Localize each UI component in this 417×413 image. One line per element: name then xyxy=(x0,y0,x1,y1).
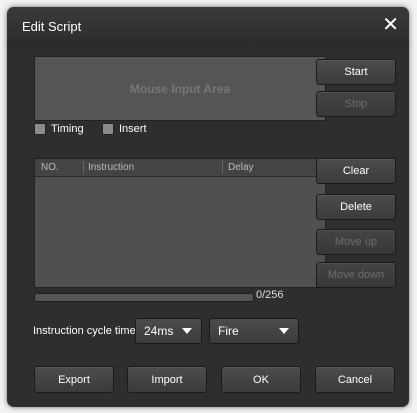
column-separator xyxy=(83,161,84,174)
cycle-time-label: Instruction cycle time xyxy=(33,325,136,337)
list-header: NO. Instruction Delay xyxy=(35,159,325,177)
chevron-down-icon xyxy=(279,328,289,334)
stop-button[interactable]: Stop xyxy=(316,91,396,117)
timing-checkbox[interactable]: Timing xyxy=(34,123,84,135)
move-down-button[interactable]: Move down xyxy=(316,262,396,288)
timing-label: Timing xyxy=(51,123,84,135)
title-bar: Edit Script ✕ xyxy=(7,7,409,47)
export-button[interactable]: Export xyxy=(34,366,114,393)
delete-button[interactable]: Delete xyxy=(316,194,396,220)
start-button[interactable]: Start xyxy=(316,59,396,85)
column-header-instruction: Instruction xyxy=(88,162,135,173)
mouse-input-area[interactable]: Mouse Input Area xyxy=(34,56,326,121)
instruction-count: 0/256 xyxy=(256,289,284,301)
insert-checkbox[interactable]: Insert xyxy=(102,123,147,135)
cycle-time-value: 24ms xyxy=(144,324,174,338)
clear-button[interactable]: Clear xyxy=(316,158,396,184)
dialog-title: Edit Script xyxy=(22,19,82,34)
move-up-button[interactable]: Move up xyxy=(316,229,396,255)
mode-value: Fire xyxy=(218,324,239,338)
cancel-button[interactable]: Cancel xyxy=(315,366,395,393)
ok-button[interactable]: OK xyxy=(221,366,301,393)
column-header-delay: Delay xyxy=(228,162,254,173)
insert-checkbox-box[interactable] xyxy=(102,123,114,135)
cycle-time-select[interactable]: 24ms xyxy=(135,318,202,344)
column-header-no: NO. xyxy=(41,162,59,173)
chevron-down-icon xyxy=(182,328,192,334)
column-separator xyxy=(222,161,223,174)
import-button[interactable]: Import xyxy=(127,366,207,393)
capacity-progress-bar xyxy=(34,293,254,302)
close-icon[interactable]: ✕ xyxy=(382,15,399,35)
timing-checkbox-box[interactable] xyxy=(34,123,46,135)
mouse-input-area-label: Mouse Input Area xyxy=(129,81,231,96)
mode-select[interactable]: Fire xyxy=(209,318,299,344)
edit-script-dialog: Edit Script ✕ Mouse Input Area Start Sto… xyxy=(7,7,409,407)
insert-label: Insert xyxy=(119,123,147,135)
instruction-list[interactable]: NO. Instruction Delay xyxy=(34,158,326,288)
